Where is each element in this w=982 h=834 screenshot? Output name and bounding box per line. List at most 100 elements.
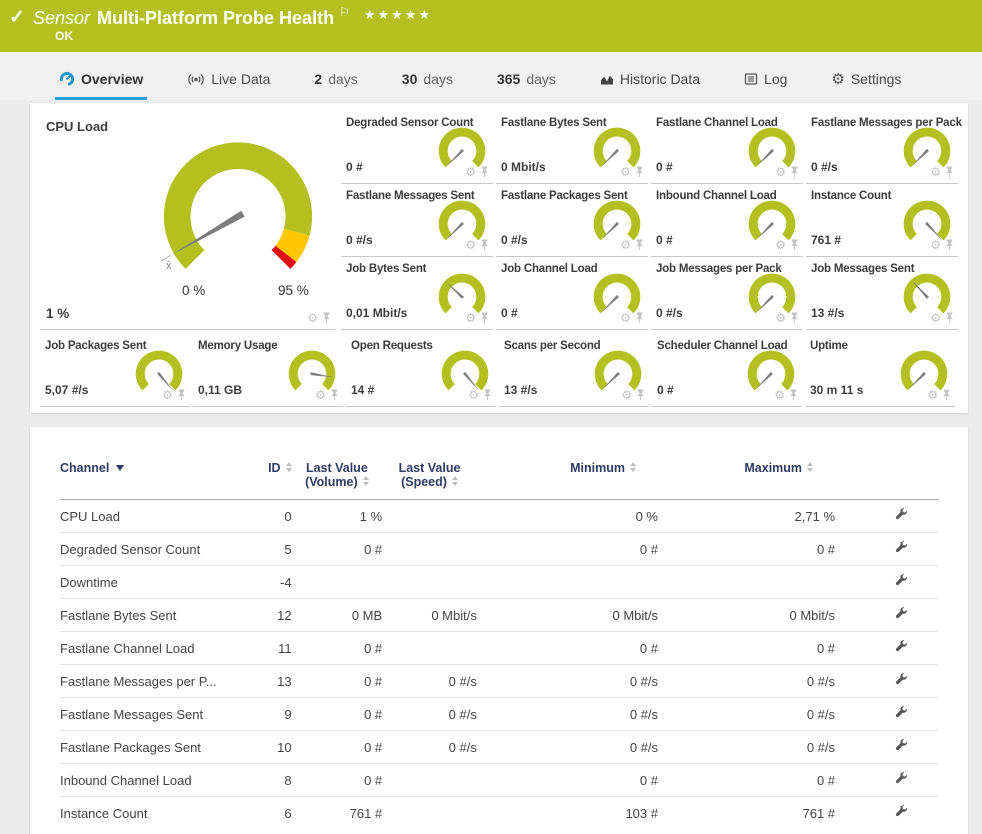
priority-stars[interactable]: ★★★★★ bbox=[364, 7, 432, 22]
pin-icon[interactable] bbox=[479, 312, 490, 324]
gear-icon[interactable]: ⚙ bbox=[774, 389, 785, 401]
gear-icon[interactable]: ⚙ bbox=[620, 166, 631, 178]
channel-settings-icon[interactable] bbox=[895, 640, 908, 653]
pin-icon[interactable] bbox=[482, 389, 493, 401]
column-header-last-value-volume[interactable]: Last Value (Volume) bbox=[292, 453, 383, 500]
gear-icon[interactable]: ⚙ bbox=[465, 166, 476, 178]
channel-settings-icon[interactable] bbox=[895, 607, 908, 620]
channel-settings-icon[interactable] bbox=[895, 541, 908, 554]
pin-icon[interactable] bbox=[329, 389, 340, 401]
column-header-id[interactable]: ID bbox=[261, 453, 292, 500]
table-row[interactable]: Fastlane Packages Sent 10 0 # 0 #/s 0 #/… bbox=[60, 731, 938, 764]
table-row[interactable]: CPU Load 0 1 % 0 % 2,71 % bbox=[60, 500, 938, 533]
gear-icon[interactable]: ⚙ bbox=[775, 239, 786, 251]
tab-30-days[interactable]: 30days bbox=[398, 71, 457, 100]
table-row[interactable]: Fastlane Messages Sent 9 0 # 0 #/s 0 #/s… bbox=[60, 698, 938, 731]
column-header-last-value-speed[interactable]: Last Value (Speed) bbox=[382, 453, 477, 500]
table-row[interactable]: Degraded Sensor Count 5 0 # 0 # 0 # bbox=[60, 533, 938, 566]
gear-icon[interactable]: ⚙ bbox=[927, 389, 938, 401]
tab-historic-data[interactable]: Historic Data bbox=[596, 71, 704, 100]
gear-icon[interactable]: ⚙ bbox=[315, 389, 326, 401]
gear-icon[interactable]: ⚙ bbox=[930, 239, 941, 251]
gear-icon[interactable]: ⚙ bbox=[307, 312, 318, 324]
table-row[interactable]: Fastlane Messages per P... 13 0 # 0 #/s … bbox=[60, 665, 938, 698]
gauge-tile[interactable]: Scheduler Channel Load 0 # ⚙ bbox=[652, 334, 802, 407]
gear-icon[interactable]: ⚙ bbox=[930, 312, 941, 324]
gear-icon[interactable]: ⚙ bbox=[930, 166, 941, 178]
gauge-tile[interactable]: Memory Usage 0,11 GB ⚙ bbox=[193, 334, 343, 407]
channel-settings-icon[interactable] bbox=[895, 508, 908, 521]
table-row[interactable]: Instance Count 6 761 # 103 # 761 # bbox=[60, 797, 938, 830]
tab-settings[interactable]: ⚙ Settings bbox=[827, 71, 905, 100]
tab-log[interactable]: Log bbox=[740, 71, 791, 100]
gauge-tile[interactable]: Uptime 30 m 11 s ⚙ bbox=[805, 334, 955, 407]
pin-icon[interactable] bbox=[635, 389, 646, 401]
gauge-tile[interactable]: Scans per Second 13 #/s ⚙ bbox=[499, 334, 649, 407]
pin-icon[interactable] bbox=[788, 389, 799, 401]
pin-icon[interactable] bbox=[634, 239, 645, 251]
gauge-tile[interactable]: Inbound Channel Load 0 # ⚙ bbox=[651, 184, 803, 257]
gear-icon[interactable]: ⚙ bbox=[465, 312, 476, 324]
gauge-tile[interactable]: Fastlane Packages Sent 0 #/s ⚙ bbox=[496, 184, 648, 257]
table-row[interactable]: Fastlane Channel Load 11 0 # 0 # 0 # bbox=[60, 632, 938, 665]
pin-icon[interactable] bbox=[479, 166, 490, 178]
gauge-tile[interactable]: Open Requests 14 # ⚙ bbox=[346, 334, 496, 407]
table-row[interactable]: Inbound Channel Load 8 0 # 0 # 0 # bbox=[60, 764, 938, 797]
channel-settings-icon[interactable] bbox=[895, 574, 908, 587]
tab-overview[interactable]: Overview bbox=[55, 71, 147, 100]
pin-icon[interactable] bbox=[789, 312, 800, 324]
channel-name-cell: Inbound Channel Load bbox=[60, 764, 261, 797]
tab-live-data[interactable]: Live Data bbox=[183, 71, 274, 100]
pin-icon[interactable] bbox=[944, 239, 955, 251]
channel-settings-icon[interactable] bbox=[895, 805, 908, 818]
pin-icon[interactable] bbox=[944, 312, 955, 324]
channel-settings-icon[interactable] bbox=[895, 673, 908, 686]
pin-icon[interactable] bbox=[634, 166, 645, 178]
pin-icon[interactable] bbox=[944, 166, 955, 178]
gauge-tile[interactable]: Fastlane Messages Sent 0 #/s ⚙ bbox=[341, 184, 493, 257]
gauge-tile[interactable]: Job Messages Sent 13 #/s ⚙ bbox=[806, 257, 958, 330]
gauge-tile[interactable]: Job Messages per Pack 0 #/s ⚙ bbox=[651, 257, 803, 330]
channel-table: Channel ID Last Value (Volume) Last Valu… bbox=[60, 453, 938, 830]
pin-icon[interactable] bbox=[789, 239, 800, 251]
gauge-tile[interactable]: Job Channel Load 0 # ⚙ bbox=[496, 257, 648, 330]
gear-icon[interactable]: ⚙ bbox=[620, 312, 631, 324]
flag-icon[interactable]: ⚐ bbox=[339, 5, 350, 19]
last-value-speed-cell bbox=[382, 764, 477, 797]
gear-icon[interactable]: ⚙ bbox=[465, 239, 476, 251]
gear-icon[interactable]: ⚙ bbox=[775, 166, 786, 178]
gauge-tile[interactable]: Fastlane Channel Load 0 # ⚙ bbox=[651, 111, 803, 184]
channel-id-cell: 13 bbox=[261, 665, 292, 698]
gauge-tile-title: Job Bytes Sent bbox=[346, 263, 426, 275]
cpu-load-gauge-tile[interactable]: CPU Load x̄ 0 % 95 % 1 % ⚙ bbox=[40, 111, 335, 330]
gauge-tile[interactable]: Job Packages Sent 5,07 #/s ⚙ bbox=[40, 334, 190, 407]
tab-2-days[interactable]: 2days bbox=[310, 71, 361, 100]
pin-icon[interactable] bbox=[176, 389, 187, 401]
table-row[interactable]: Downtime -4 bbox=[60, 566, 938, 599]
channel-settings-icon[interactable] bbox=[895, 706, 908, 719]
pin-icon[interactable] bbox=[789, 166, 800, 178]
gauge-tile[interactable]: Degraded Sensor Count 0 # ⚙ bbox=[341, 111, 493, 184]
gear-icon[interactable]: ⚙ bbox=[775, 312, 786, 324]
gear-icon[interactable]: ⚙ bbox=[620, 239, 631, 251]
pin-icon[interactable] bbox=[634, 312, 645, 324]
column-header-maximum[interactable]: Maximum bbox=[658, 453, 835, 500]
gear-icon[interactable]: ⚙ bbox=[621, 389, 632, 401]
column-header-minimum[interactable]: Minimum bbox=[477, 453, 658, 500]
object-kind-label: Sensor bbox=[33, 8, 90, 28]
column-header-channel[interactable]: Channel bbox=[60, 453, 261, 500]
channel-settings-icon[interactable] bbox=[895, 772, 908, 785]
channel-settings-icon[interactable] bbox=[895, 739, 908, 752]
gear-icon[interactable]: ⚙ bbox=[468, 389, 479, 401]
gauge-tile[interactable]: Instance Count 761 # ⚙ bbox=[806, 184, 958, 257]
gauge-tile[interactable]: Job Bytes Sent 0,01 Mbit/s ⚙ bbox=[341, 257, 493, 330]
channel-table-panel: Channel ID Last Value (Volume) Last Valu… bbox=[30, 427, 968, 834]
table-row[interactable]: Fastlane Bytes Sent 12 0 MB 0 Mbit/s 0 M… bbox=[60, 599, 938, 632]
gauge-tile[interactable]: Fastlane Messages per Pack 0 #/s ⚙ bbox=[806, 111, 958, 184]
gear-icon[interactable]: ⚙ bbox=[162, 389, 173, 401]
pin-icon[interactable] bbox=[941, 389, 952, 401]
gauge-tile[interactable]: Fastlane Bytes Sent 0 Mbit/s ⚙ bbox=[496, 111, 648, 184]
pin-icon[interactable] bbox=[479, 239, 490, 251]
tab-365-days[interactable]: 365days bbox=[493, 71, 560, 100]
pin-icon[interactable] bbox=[321, 312, 332, 324]
